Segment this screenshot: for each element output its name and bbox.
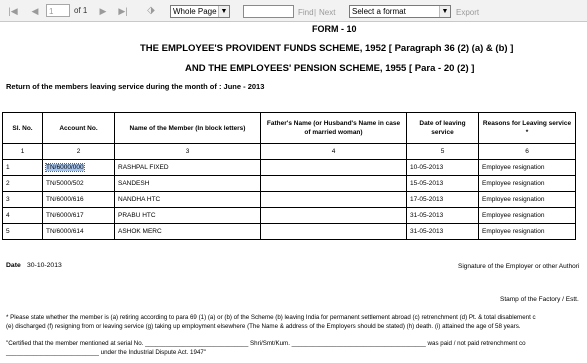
find-link[interactable]: Find (298, 8, 314, 17)
return-month-line: Return of the members leaving service du… (6, 82, 265, 91)
find-next-link[interactable]: Next (319, 8, 335, 17)
export-link[interactable]: Export (456, 8, 479, 17)
export-format-select[interactable]: Select a format ▼ (349, 5, 451, 18)
reason-cell: Employee resignation (478, 223, 576, 240)
find-input[interactable] (243, 5, 294, 18)
member-name-cell: ASHOK MERC (114, 223, 261, 240)
report-page: FORM - 10 THE EMPLOYEE'S PROVIDENT FUNDS… (0, 22, 587, 363)
chevron-down-icon: ▼ (218, 6, 229, 17)
certification-line-2: ___________________________ under the In… (6, 349, 207, 356)
date-label: Date (6, 262, 21, 269)
date-value: 30-10-2013 (27, 262, 62, 269)
format-value: Select a format (352, 7, 406, 16)
account-no-cell[interactable]: TN/6000/000 (42, 159, 115, 176)
zoom-select[interactable]: Whole Page ▼ (170, 5, 230, 18)
form-title: FORM - 10 (312, 24, 357, 34)
column-header: Date of leaving service (406, 112, 479, 144)
scheme-title-1: THE EMPLOYEE'S PROVIDENT FUNDS SCHEME, 1… (140, 43, 514, 54)
leaving-date-cell: 15-05-2013 (406, 175, 479, 192)
back-to-parent-icon[interactable]: ⬗ (146, 5, 156, 17)
leaving-date-cell: 31-05-2013 (406, 223, 479, 240)
column-header: Reasons for Leaving service * (478, 112, 576, 144)
column-header: Name of the Member (In block letters) (114, 112, 261, 144)
reason-cell: Employee resignation (478, 207, 576, 224)
first-page-icon[interactable]: |◀ (8, 5, 18, 17)
account-no-cell: TN/6000/617 (42, 207, 115, 224)
column-header: Account No. (42, 112, 115, 144)
account-no-cell: TN/6000/614 (42, 223, 115, 240)
column-header: Sl. No. (2, 112, 43, 144)
sl-no-cell: 5 (2, 223, 43, 240)
account-no-selected[interactable]: TN/6000/000 (45, 163, 85, 172)
column-number: 3 (114, 143, 261, 160)
factory-stamp: Stamp of the Factory / Estt. (500, 296, 579, 303)
father-name-cell (260, 159, 407, 176)
column-number: 4 (260, 143, 407, 160)
column-number-row: 1 ⇲ 2 3 4 5 6 (2, 143, 576, 160)
sl-no-cell: 4 (2, 207, 43, 224)
column-number: 6 (478, 143, 576, 160)
report-toolbar: |◀ ◀ 1 of 1 ▶ ▶| ⬗ Whole Page ▼ Find | N… (0, 0, 587, 22)
reason-cell: Employee resignation (478, 159, 576, 176)
father-name-cell (260, 175, 407, 192)
table-row: 5 TN/6000/614 ASHOK MERC 31-05-2013 Empl… (2, 223, 576, 240)
sl-no-cell: 3 (2, 191, 43, 208)
table-row: 3 TN/6000/616 NANDHA HTC 17-05-2013 Empl… (2, 191, 576, 208)
footnote-line-2: (e) discharged (f) resigning from or lea… (6, 323, 521, 330)
footnote-line-1: * Please state whether the member is (a)… (6, 314, 536, 321)
father-name-cell (260, 191, 407, 208)
column-number: 5 (406, 143, 479, 160)
leaving-date-cell: 31-05-2013 (406, 207, 479, 224)
last-page-icon[interactable]: ▶| (118, 5, 128, 17)
account-no-cell: TN/5000/502 (42, 175, 115, 192)
father-name-cell (260, 223, 407, 240)
next-page-icon[interactable]: ▶ (98, 5, 108, 17)
chevron-down-icon: ▼ (439, 6, 450, 17)
page-total-label: of 1 (74, 6, 88, 15)
zoom-value: Whole Page (173, 7, 217, 16)
reason-cell: Employee resignation (478, 191, 576, 208)
column-header: Father's Name (or Husband's Name in case… (260, 112, 407, 144)
sl-no-cell: 1 (2, 159, 43, 176)
table-header-row: Sl. No. Account No. Name of the Member (… (2, 112, 576, 144)
scheme-title-2: AND THE EMPLOYEES' PENSION SCHEME, 1955 … (185, 63, 475, 74)
prev-page-icon[interactable]: ◀ (30, 5, 40, 17)
member-name-cell: RASHPAL FIXED (114, 159, 261, 176)
member-name-cell: NANDHA HTC (114, 191, 261, 208)
page-number-input[interactable]: 1 (46, 4, 70, 17)
column-number: 1 (2, 143, 43, 160)
reason-cell: Employee resignation (478, 175, 576, 192)
table-row: 4 TN/6000/617 PRABU HTC 31-05-2013 Emplo… (2, 207, 576, 224)
sl-no-cell: 2 (2, 175, 43, 192)
account-no-cell: TN/6000/616 (42, 191, 115, 208)
toolbar-separator: | (314, 8, 317, 17)
member-name-cell: SANDESH (114, 175, 261, 192)
certification-line-1: "Certified that the member mentioned at … (6, 340, 526, 347)
father-name-cell (260, 207, 407, 224)
column-number: ⇲ 2 (42, 143, 115, 160)
member-name-cell: PRABU HTC (114, 207, 261, 224)
table-row: 2 TN/5000/502 SANDESH 15-05-2013 Employe… (2, 175, 576, 192)
leaving-date-cell: 10-05-2013 (406, 159, 479, 176)
leaving-date-cell: 17-05-2013 (406, 191, 479, 208)
employer-signature: Signature of the Employer or other Autho… (458, 263, 580, 270)
table-row: 1 TN/6000/000 RASHPAL FIXED 10-05-2013 E… (2, 159, 576, 176)
members-table: Sl. No. Account No. Name of the Member (… (2, 112, 576, 240)
